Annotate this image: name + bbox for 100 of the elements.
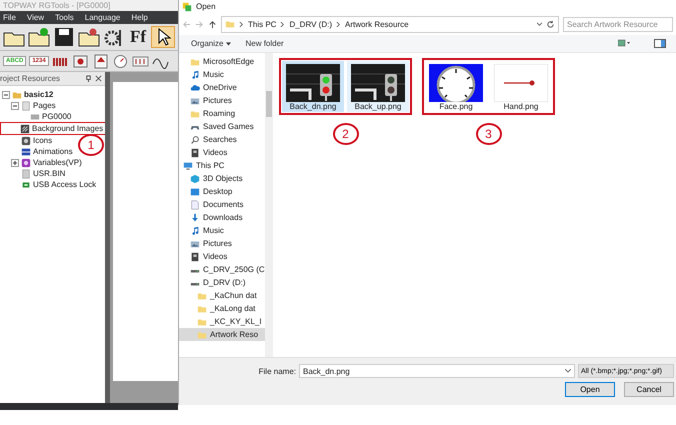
collapse-icon[interactable] xyxy=(11,102,19,110)
cube-icon xyxy=(190,174,200,184)
step-number: 2 xyxy=(332,123,358,145)
nav-item[interactable]: Artwork Reso xyxy=(179,328,265,341)
preview-pane-icon[interactable] xyxy=(654,39,666,48)
app-icon xyxy=(182,2,192,12)
nav-item[interactable]: MicrosoftEdge xyxy=(179,55,265,68)
menu-item[interactable]: Tools xyxy=(55,13,74,22)
image-thumbnail[interactable]: Back_up.png xyxy=(347,61,409,112)
menu-item[interactable]: Language xyxy=(84,13,120,22)
needle-picture xyxy=(494,64,548,102)
nav-item[interactable]: Videos xyxy=(179,146,265,159)
nav-item[interactable]: Documents xyxy=(179,198,265,211)
folder-icon xyxy=(190,56,200,66)
gauge-picture xyxy=(429,64,483,102)
computer-icon xyxy=(183,160,193,170)
nav-item[interactable]: Downloads xyxy=(179,211,265,224)
dialog-title: Open xyxy=(196,2,216,11)
window-title: TOPWAY RGTools - [PG0000] xyxy=(0,0,178,11)
folder-add-icon[interactable] xyxy=(28,27,50,47)
panel-title: roject Resources xyxy=(0,74,62,83)
menu-item[interactable]: File xyxy=(3,13,16,22)
expand-icon[interactable] xyxy=(11,158,19,166)
nav-item[interactable]: _KaLong dat xyxy=(179,302,265,315)
nav-item[interactable]: Pictures xyxy=(179,94,265,107)
refresh-icon[interactable] xyxy=(546,20,555,28)
gauge-icon[interactable] xyxy=(112,54,129,68)
view-options-icon[interactable] xyxy=(618,39,630,48)
picture-icon xyxy=(190,238,200,248)
film-icon xyxy=(190,148,200,158)
dialog-button[interactable]: Cancel xyxy=(624,382,674,397)
nav-item[interactable]: Searches xyxy=(179,133,265,146)
nav-item[interactable]: Saved Games xyxy=(179,120,265,133)
variable-icon xyxy=(21,158,31,168)
tree-item[interactable]: Pages xyxy=(2,100,56,111)
film-icon xyxy=(190,252,200,262)
chevron-icon xyxy=(239,22,244,26)
nav-item[interactable]: Music xyxy=(179,68,265,81)
image-icon xyxy=(20,124,30,134)
nav-item[interactable]: Pictures xyxy=(179,237,265,250)
chevron-icon xyxy=(280,22,286,26)
nav-item[interactable]: Music xyxy=(179,224,265,237)
nav-item[interactable]: Roaming xyxy=(179,107,265,120)
nav-item[interactable]: 3D Objects xyxy=(179,172,265,185)
nav-item[interactable]: _KC_KY_KL_I xyxy=(179,315,265,328)
menu-item[interactable]: Help xyxy=(131,13,148,22)
download-icon xyxy=(190,212,200,222)
tree-item[interactable]: USR.BIN xyxy=(2,168,66,179)
folder-icon xyxy=(190,108,200,118)
digits-icon[interactable] xyxy=(132,54,149,68)
close-icon[interactable] xyxy=(95,75,102,82)
nav-item[interactable]: C_DRV_250G (C xyxy=(179,263,265,276)
tree-item[interactable]: Animations xyxy=(2,146,73,157)
pages-icon xyxy=(21,100,31,110)
nav-item[interactable]: _KaChun dat xyxy=(179,289,265,302)
step-number: 3 xyxy=(476,123,502,145)
dropdown-caret-icon[interactable] xyxy=(537,22,542,26)
image-thumbnail[interactable]: Back_dn.png xyxy=(282,61,344,112)
address-bar[interactable]: This PC D_DRV (D:) Artwork Resource xyxy=(221,16,559,32)
up-icon[interactable] xyxy=(208,20,217,28)
caret-icon xyxy=(226,42,232,46)
collapse-icon[interactable] xyxy=(2,90,10,98)
tree-item[interactable]: Variables(VP) xyxy=(2,157,82,168)
menu-item[interactable]: View xyxy=(26,13,44,22)
picture-icon xyxy=(190,96,200,106)
music-note-icon xyxy=(190,226,200,236)
pointer-icon[interactable] xyxy=(151,26,176,48)
breadcrumb[interactable]: D_DRV (D:) xyxy=(289,20,332,28)
nav-item[interactable]: This PC xyxy=(179,159,265,172)
breadcrumb[interactable]: This PC xyxy=(248,20,276,28)
nav-item[interactable]: OneDrive xyxy=(179,81,265,94)
search-icon xyxy=(190,134,200,144)
breadcrumb[interactable]: Artwork Resource xyxy=(344,20,409,28)
tree-item[interactable]: basic12 xyxy=(2,89,54,100)
tree-item[interactable]: Icons xyxy=(2,135,52,146)
file-name-field[interactable]: Back_dn.png xyxy=(299,364,575,378)
desktop-icon xyxy=(190,186,200,196)
document-icon xyxy=(190,200,200,210)
search-field[interactable]: Search Artwork Resource xyxy=(563,16,673,32)
font-tool[interactable]: Ff xyxy=(128,27,148,47)
tree-item[interactable]: PG0000 xyxy=(2,111,72,122)
folder-icon xyxy=(225,19,235,29)
new-folder-button[interactable]: New folder xyxy=(245,39,284,48)
file-icon xyxy=(21,168,31,178)
scrollbar[interactable] xyxy=(265,53,273,357)
folder-icon xyxy=(12,90,22,100)
dialog-button[interactable]: Open xyxy=(565,382,615,397)
page-icon xyxy=(30,112,40,122)
icon-set-icon xyxy=(21,136,31,146)
pin-icon[interactable] xyxy=(85,75,92,82)
nav-item[interactable]: Desktop xyxy=(179,185,265,198)
file-name-label: File name: xyxy=(258,366,296,376)
music-note-icon xyxy=(190,70,200,80)
organize-menu[interactable]: Organize xyxy=(191,39,232,48)
button-tool-icon[interactable] xyxy=(72,54,89,68)
nav-item[interactable]: Videos xyxy=(179,250,265,263)
nav-item[interactable]: D_DRV (D:) xyxy=(179,276,265,289)
folder-icon[interactable] xyxy=(78,27,100,47)
tree-item[interactable]: USB Access Lock xyxy=(2,179,96,190)
dropdown-caret-icon[interactable] xyxy=(565,369,571,373)
